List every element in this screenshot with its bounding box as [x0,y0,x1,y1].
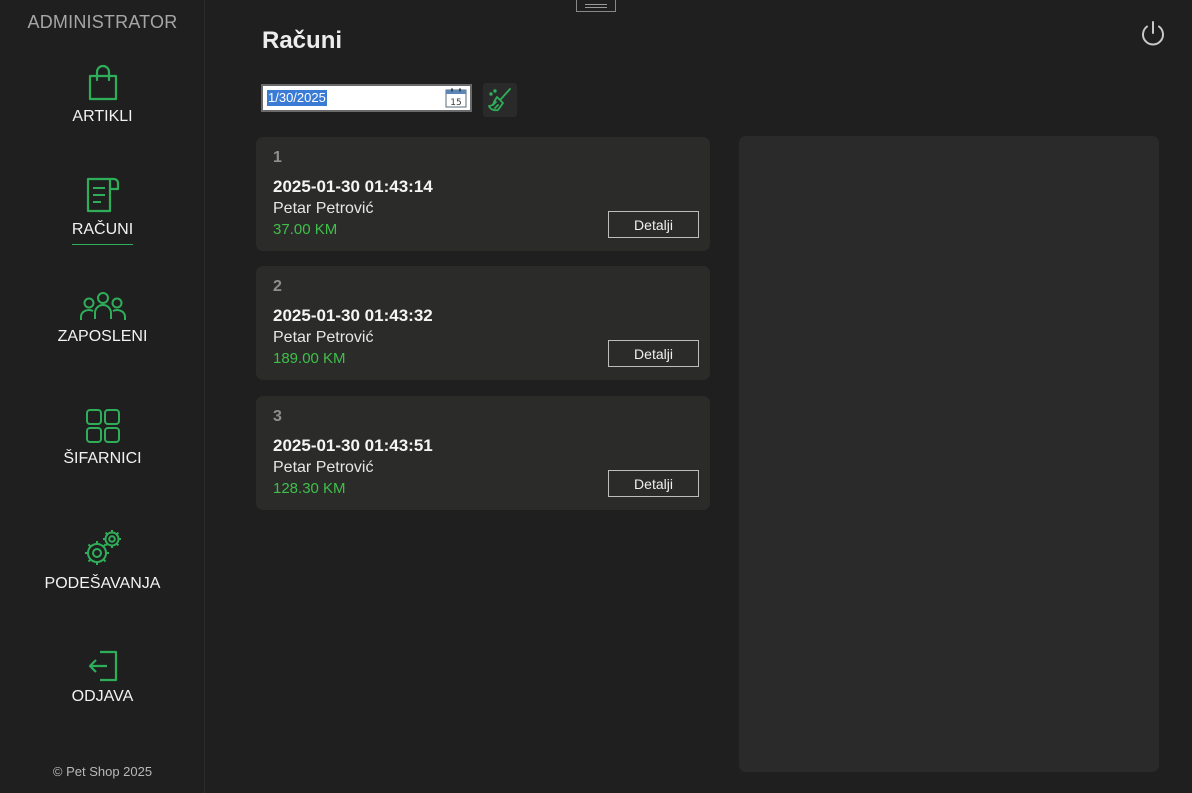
window-drag-handle[interactable] [576,0,616,12]
date-filter-picker[interactable]: 1/30/2025 15 [261,84,472,112]
bill-amount: 128.30 KM [273,480,346,497]
users-icon [79,292,126,320]
bill-number: 1 [273,149,282,166]
sidebar: ADMINISTRATOR ARTIKLI RAČUNI ZAPOSLENI Š… [0,0,205,793]
bill-employee: Petar Petrović [273,329,374,346]
sidebar-item-label: RAČUNI [71,221,134,245]
sidebar-item-label: ARTIKLI [72,108,133,125]
bill-employee: Petar Petrović [273,459,374,476]
bill-details-button[interactable]: Detalji [608,211,699,238]
bill-details-button[interactable]: Detalji [608,470,699,497]
bill-datetime: 2025-01-30 01:43:51 [273,436,433,455]
sidebar-item-sifarnici[interactable]: ŠIFARNICI [0,408,205,468]
bill-amount: 189.00 KM [273,350,346,367]
bill-card: 3 2025-01-30 01:43:51 Petar Petrović 128… [256,396,710,510]
sidebar-item-podesavanja[interactable]: PODEŠAVANJA [0,527,205,593]
grid-icon [85,409,120,443]
broom-icon [488,88,511,112]
role-label: ADMINISTRATOR [27,12,178,32]
bill-details-button[interactable]: Detalji [608,340,699,367]
bill-datetime: 2025-01-30 01:43:32 [273,306,433,325]
bill-datetime: 2025-01-30 01:43:14 [273,177,433,196]
power-icon[interactable] [1139,20,1167,48]
sidebar-item-odjava[interactable]: ODJAVA [0,650,205,706]
bill-card: 1 2025-01-30 01:43:14 Petar Petrović 37.… [256,137,710,251]
copyright-footer: © Pet Shop 2025 [52,764,153,779]
bill-number: 3 [273,408,282,425]
clear-filter-button[interactable] [483,83,517,117]
bill-number: 2 [273,278,282,295]
bill-card: 2 2025-01-30 01:43:32 Petar Petrović 189… [256,266,710,380]
bill-amount: 37.00 KM [273,221,338,238]
sidebar-item-artikli[interactable]: ARTIKLI [0,64,205,126]
sidebar-item-label: ŠIFARNICI [63,450,142,467]
sidebar-item-label: ZAPOSLENI [57,328,148,345]
sidebar-item-racuni[interactable]: RAČUNI [0,175,205,245]
shopping-bag-icon [88,64,117,101]
bill-employee: Petar Petrović [273,200,374,217]
logout-icon [88,650,117,682]
sidebar-item-label: PODEŠAVANJA [44,575,161,592]
gears-icon [84,530,121,565]
receipt-icon [86,177,119,213]
calendar-icon[interactable]: 15 [445,88,467,108]
sidebar-item-zaposleni[interactable]: ZAPOSLENI [0,290,205,346]
app-window: ADMINISTRATOR ARTIKLI RAČUNI ZAPOSLENI Š… [0,0,1192,793]
calendar-day-label: 15 [450,98,461,108]
sidebar-item-label: ODJAVA [71,688,134,705]
date-filter-input[interactable] [265,88,441,108]
bill-details-panel [739,136,1159,772]
page-title: Računi [262,27,343,54]
